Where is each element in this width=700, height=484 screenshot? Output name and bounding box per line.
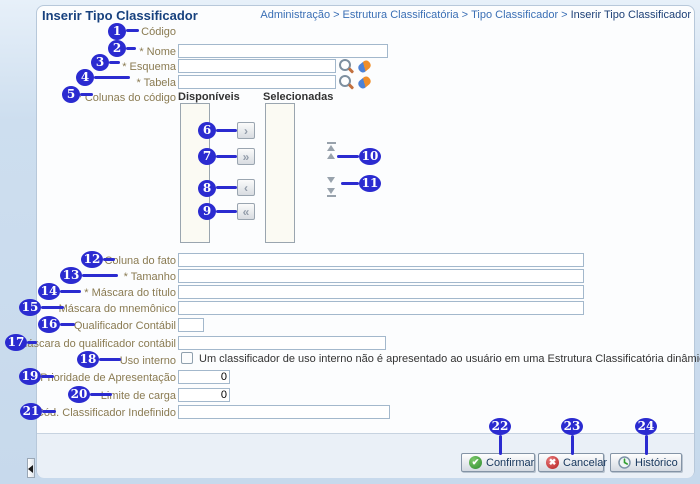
- breadcrumb-tipo-classificador[interactable]: Tipo Classificador: [471, 9, 558, 21]
- esquema-input[interactable]: [178, 59, 336, 73]
- annotation-10: 10: [359, 148, 381, 165]
- selected-listbox[interactable]: [265, 103, 295, 243]
- cancel-button-label: Cancelar: [563, 457, 607, 469]
- tamanho-label: * Tamanho: [6, 271, 176, 283]
- breadcrumb-administracao[interactable]: Administração: [260, 9, 330, 21]
- move-down-button[interactable]: [327, 177, 337, 183]
- available-header: Disponíveis: [178, 91, 240, 103]
- breadcrumb-separator: >: [561, 9, 567, 21]
- move-up-button[interactable]: [327, 153, 337, 159]
- annotation-1: 1: [108, 23, 126, 40]
- uso-interno-checkbox[interactable]: [181, 352, 193, 364]
- annotation-20: 20: [68, 386, 90, 403]
- move-bottom-button[interactable]: [327, 188, 337, 197]
- qualificador-label: Qualificador Contábil: [6, 320, 176, 332]
- annotation-5: 5: [62, 86, 80, 103]
- coluna-fato-input[interactable]: [178, 253, 584, 267]
- annotation-16: 16: [38, 316, 60, 333]
- nome-label: * Nome: [6, 46, 176, 58]
- annotation-17: 17: [5, 334, 27, 351]
- double-chevron-right-icon: »: [243, 150, 250, 164]
- breadcrumb: Administração>Estrutura Classificatória>…: [260, 9, 691, 21]
- nome-input[interactable]: [178, 44, 388, 58]
- annotation-7: 7: [198, 148, 216, 165]
- annotation-8: 8: [198, 180, 216, 197]
- annotation-3: 3: [91, 54, 109, 71]
- annotation-14: 14: [38, 283, 60, 300]
- esquema-clear-icon[interactable]: [357, 59, 372, 74]
- move-bottom-icon: [327, 188, 335, 194]
- annotation-12: 12: [81, 251, 103, 268]
- breadcrumb-estrutura-classificatoria[interactable]: Estrutura Classificatória: [343, 9, 459, 21]
- arrow-down-icon: [327, 177, 335, 183]
- move-all-right-button[interactable]: »: [237, 148, 255, 165]
- page: Inserir Tipo Classificador Administração…: [0, 0, 700, 484]
- double-chevron-left-icon: «: [243, 205, 250, 219]
- x-icon: ✖: [546, 456, 559, 469]
- annotation-6: 6: [198, 122, 216, 139]
- limite-label: Limite de carga: [6, 390, 176, 402]
- confirm-button[interactable]: ✔ Confirmar: [461, 453, 535, 472]
- selected-header: Selecionadas: [263, 91, 333, 103]
- move-top-icon: [327, 142, 336, 144]
- mascara-qualificador-input[interactable]: [178, 336, 386, 350]
- cancel-button[interactable]: ✖ Cancelar: [538, 453, 604, 472]
- esquema-search-icon[interactable]: [339, 59, 354, 74]
- check-icon: ✔: [469, 456, 482, 469]
- annotation-9: 9: [198, 203, 216, 220]
- move-left-button[interactable]: ‹: [237, 179, 255, 196]
- annotation-11: 11: [359, 175, 381, 192]
- tabela-clear-icon[interactable]: [357, 75, 372, 90]
- breadcrumb-current: Inserir Tipo Classificador: [571, 9, 691, 21]
- history-button[interactable]: Histórico: [610, 453, 682, 472]
- chevron-left-icon: ‹: [244, 181, 248, 195]
- move-right-button[interactable]: ›: [237, 122, 255, 139]
- annotation-19: 19: [19, 368, 41, 385]
- tabela-input[interactable]: [178, 75, 336, 89]
- cod-indefinido-input[interactable]: [178, 405, 390, 419]
- chevron-right-icon: ›: [244, 124, 248, 138]
- arrow-up-icon: [327, 153, 335, 159]
- codigo-label: Código: [6, 26, 176, 38]
- move-all-left-button[interactable]: «: [237, 203, 255, 220]
- annotation-22: 22: [489, 418, 511, 435]
- tabela-search-icon[interactable]: [339, 75, 354, 90]
- annotation-23: 23: [561, 418, 583, 435]
- uso-interno-help-text: Um classificador de uso interno não é ap…: [199, 353, 700, 365]
- breadcrumb-separator: >: [333, 9, 339, 21]
- annotation-2: 2: [108, 40, 126, 57]
- mascara-mnemonico-input[interactable]: [178, 301, 584, 315]
- limite-input[interactable]: [178, 388, 230, 402]
- annotation-24: 24: [635, 418, 657, 435]
- clock-icon: [618, 456, 631, 469]
- qualificador-input[interactable]: [178, 318, 204, 332]
- prioridade-input[interactable]: [178, 370, 230, 384]
- confirm-button-label: Confirmar: [486, 457, 534, 469]
- annotation-18: 18: [77, 351, 99, 368]
- mascara-titulo-label: * Máscara do título: [6, 287, 176, 299]
- mascara-qualificador-label: Máscara do qualificador contábil: [6, 338, 176, 350]
- history-button-label: Histórico: [635, 457, 678, 469]
- tamanho-input[interactable]: [178, 269, 584, 283]
- annotation-15: 15: [19, 299, 41, 316]
- move-top-button[interactable]: [327, 142, 337, 151]
- sidebar-collapse-handle[interactable]: [27, 458, 35, 478]
- annotation-21: 21: [20, 403, 42, 420]
- collapse-left-icon: [28, 465, 33, 473]
- breadcrumb-separator: >: [462, 9, 468, 21]
- mascara-titulo-input[interactable]: [178, 285, 584, 299]
- page-title: Inserir Tipo Classificador: [42, 8, 198, 23]
- annotation-4: 4: [76, 69, 94, 86]
- annotation-13: 13: [60, 267, 82, 284]
